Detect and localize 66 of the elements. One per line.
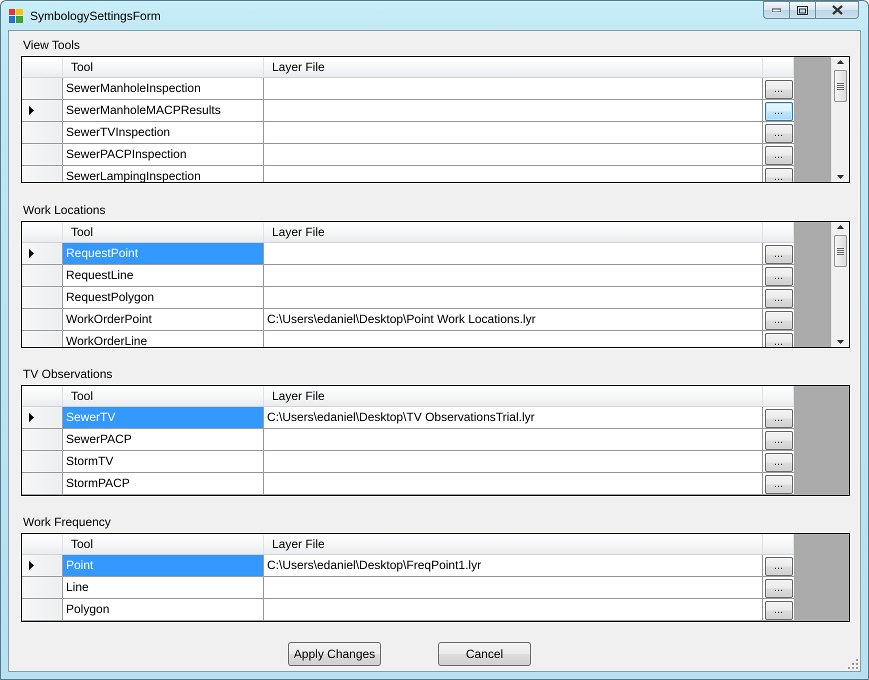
tool-cell[interactable]: Line [63,577,264,598]
layer-file-cell[interactable]: C:\Users\edaniel\Desktop\FreqPoint1.lyr [264,555,763,576]
tool-cell[interactable]: SewerPACP [63,429,264,450]
browse-button[interactable]: ... [764,168,792,182]
browse-button[interactable]: ... [764,244,792,264]
browse-button[interactable]: ... [764,288,792,308]
tool-cell[interactable]: StormTV [63,451,264,472]
tool-cell[interactable]: SewerManholeInspection [63,78,264,99]
maximize-button[interactable] [789,1,815,19]
group-label: View Tools [23,38,80,52]
apply-changes-button[interactable]: Apply Changes [288,642,381,666]
tool-cell[interactable]: SewerTVInspection [63,122,264,143]
column-header[interactable]: Tool [63,222,264,242]
row-pointer-icon [29,249,34,258]
row-header[interactable] [22,407,63,428]
group-label: TV Observations [23,367,112,381]
tool-cell[interactable]: WorkOrderLine [63,331,264,347]
browse-button[interactable]: ... [764,408,792,428]
cancel-button[interactable]: Cancel [438,642,531,666]
tool-cell[interactable]: RequestLine [63,265,264,286]
row-pointer-icon [29,106,34,115]
minimize-button[interactable] [763,1,789,19]
tool-cell[interactable]: Polygon [63,599,264,620]
browse-button[interactable]: ... [764,430,792,450]
browse-button[interactable]: ... [764,600,792,620]
browse-button[interactable]: ... [764,332,792,347]
layer-file-cell[interactable]: C:\Users\edaniel\Desktop\Point Work Locations.lyr [264,309,763,330]
row-header[interactable] [22,555,63,576]
tool-cell[interactable]: StormPACP [63,473,264,494]
minimize-icon [772,8,781,12]
tool-cell[interactable]: SewerManholeMACPResults [63,100,264,121]
browse-button[interactable]: ... [764,124,792,142]
browse-button[interactable]: ... [764,452,792,472]
close-button[interactable] [815,1,859,19]
layer-file-cell[interactable]: C:\Users\edaniel\Desktop\TV ObservationsTrial.lyr [264,407,763,428]
vertical-scrollbar[interactable] [831,222,849,347]
close-icon [832,5,842,15]
column-header[interactable]: Layer File [264,386,763,406]
tool-cell[interactable]: RequestPolygon [63,287,264,308]
vertical-scrollbar[interactable] [831,57,849,182]
row-pointer-icon [29,413,34,422]
column-header[interactable]: Tool [63,534,264,554]
browse-button[interactable]: ... [764,578,792,598]
column-header[interactable]: Tool [63,57,264,77]
maximize-icon [797,6,808,14]
resize-grip-icon[interactable] [848,659,858,669]
browse-button[interactable]: ... [764,474,792,494]
tool-cell[interactable]: SewerPACPInspection [63,144,264,165]
row-pointer-icon [29,561,34,570]
tool-cell[interactable]: WorkOrderPoint [63,309,264,330]
browse-button[interactable]: ... [764,80,792,98]
window-title: SymbologySettingsForm [30,8,161,22]
group-label: Work Frequency [23,515,111,529]
column-header[interactable]: Layer File [264,222,763,242]
browse-button[interactable]: ... [764,102,792,120]
column-header[interactable]: Layer File [264,57,763,77]
browse-button[interactable]: ... [764,146,792,164]
app-icon [9,8,23,22]
column-header[interactable]: Tool [63,386,264,406]
group-label: Work Locations [23,203,106,217]
row-header[interactable] [22,243,63,264]
browse-button[interactable]: ... [764,266,792,286]
browse-button[interactable]: ... [764,310,792,330]
row-header[interactable] [22,100,63,121]
column-header[interactable]: Layer File [264,534,763,554]
browse-button[interactable]: ... [764,556,792,576]
